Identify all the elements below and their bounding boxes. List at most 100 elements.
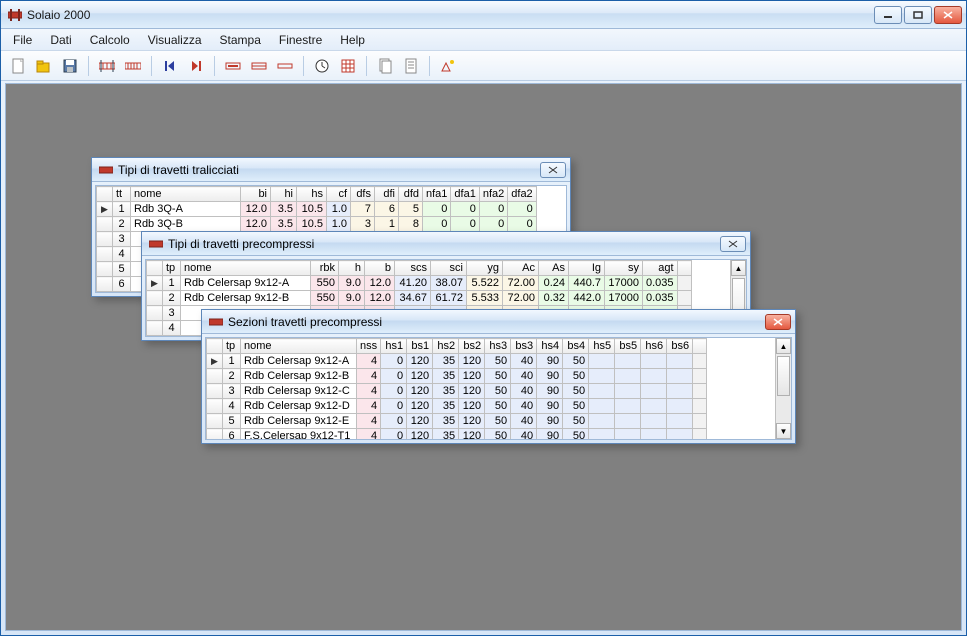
cell[interactable]: Rdb Celersap 9x12-C — [241, 384, 357, 399]
cell[interactable]: Rdb Celersap 9x12-B — [181, 291, 311, 306]
cell[interactable]: 120 — [407, 384, 433, 399]
cell[interactable] — [693, 369, 707, 384]
column-header[interactable]: hs2 — [433, 339, 459, 354]
column-header[interactable]: h — [339, 261, 365, 276]
cell[interactable] — [667, 354, 693, 369]
cell[interactable] — [641, 414, 667, 429]
cell[interactable]: Rdb 3Q-A — [131, 202, 241, 217]
help-icon[interactable] — [437, 55, 459, 77]
child-titlebar[interactable]: Tipi di travetti tralicciati — [92, 158, 570, 182]
cell[interactable]: 90 — [537, 369, 563, 384]
new-icon[interactable] — [7, 55, 29, 77]
cell[interactable]: 90 — [537, 429, 563, 441]
cell[interactable]: 1.0 — [327, 202, 351, 217]
cell[interactable] — [693, 429, 707, 441]
cell[interactable]: 40 — [511, 399, 537, 414]
column-header[interactable]: dfd — [399, 187, 423, 202]
column-header[interactable]: tp — [163, 261, 181, 276]
column-header[interactable] — [677, 261, 691, 276]
column-header[interactable]: hs — [297, 187, 327, 202]
cell[interactable] — [589, 414, 615, 429]
scroll-down-icon[interactable]: ▼ — [776, 423, 791, 439]
column-header[interactable]: bs1 — [407, 339, 433, 354]
cell[interactable]: 50 — [485, 414, 511, 429]
column-header[interactable]: tp — [223, 339, 241, 354]
cell[interactable]: 120 — [459, 429, 485, 441]
table-row[interactable]: 2Rdb Celersap 9x12-B401203512050409050 — [207, 369, 707, 384]
column-header[interactable]: nome — [181, 261, 311, 276]
scroll-up-icon[interactable]: ▲ — [731, 260, 746, 276]
cell[interactable] — [641, 384, 667, 399]
cell[interactable]: 35 — [433, 414, 459, 429]
cell[interactable]: 0 — [423, 202, 451, 217]
cell[interactable]: 1.0 — [327, 217, 351, 232]
grid-sezioni[interactable]: tpnomensshs1bs1hs2bs2hs3bs3hs4bs4hs5bs5h… — [205, 337, 792, 440]
cell[interactable] — [693, 414, 707, 429]
cell[interactable]: Rdb Celersap 9x12-B — [241, 369, 357, 384]
cell[interactable]: Rdb Celersap 9x12-E — [241, 414, 357, 429]
cell[interactable]: 50 — [563, 414, 589, 429]
column-header[interactable]: sy — [605, 261, 643, 276]
cell[interactable]: 17000 — [605, 291, 643, 306]
column-header[interactable]: tt — [113, 187, 131, 202]
menu-file[interactable]: File — [5, 31, 40, 49]
cell[interactable]: 35 — [433, 384, 459, 399]
cell[interactable]: 5.533 — [467, 291, 503, 306]
cell[interactable] — [589, 399, 615, 414]
menu-stampa[interactable]: Stampa — [212, 31, 269, 49]
cell[interactable]: 0 — [381, 384, 407, 399]
cell[interactable]: 7 — [351, 202, 375, 217]
cell[interactable]: 3.5 — [271, 217, 297, 232]
column-header[interactable] — [207, 339, 223, 354]
cell[interactable]: 3 — [351, 217, 375, 232]
cell[interactable]: 4 — [357, 369, 381, 384]
cell[interactable]: 120 — [407, 354, 433, 369]
column-header[interactable]: hs4 — [537, 339, 563, 354]
cell[interactable]: 50 — [563, 384, 589, 399]
grid2-icon[interactable] — [122, 55, 144, 77]
clock-icon[interactable] — [311, 55, 333, 77]
column-header[interactable]: bs2 — [459, 339, 485, 354]
close-button[interactable] — [934, 6, 962, 24]
column-header[interactable]: bs4 — [563, 339, 589, 354]
table-row[interactable]: 2Rdb Celersap 9x12-B5509.012.034.6761.72… — [147, 291, 692, 306]
cell[interactable]: 12.0 — [365, 291, 395, 306]
cell[interactable]: 12.0 — [365, 276, 395, 291]
column-header[interactable]: bs6 — [667, 339, 693, 354]
doc1-icon[interactable] — [374, 55, 396, 77]
column-header[interactable] — [97, 187, 113, 202]
cell[interactable]: Rdb Celersap 9x12-A — [241, 354, 357, 369]
cell[interactable]: 0 — [508, 217, 536, 232]
column-header[interactable]: rbk — [311, 261, 339, 276]
cell[interactable]: 90 — [537, 399, 563, 414]
cell[interactable] — [667, 369, 693, 384]
cell[interactable]: 120 — [459, 414, 485, 429]
column-header[interactable]: Ac — [503, 261, 539, 276]
cell[interactable]: 35 — [433, 399, 459, 414]
cell[interactable]: 50 — [563, 354, 589, 369]
column-header[interactable]: dfs — [351, 187, 375, 202]
cell[interactable]: 0 — [451, 202, 479, 217]
cell[interactable]: 40 — [511, 354, 537, 369]
column-header[interactable]: dfi — [375, 187, 399, 202]
cell[interactable]: 8 — [399, 217, 423, 232]
cell[interactable]: 35 — [433, 369, 459, 384]
cell[interactable] — [615, 429, 641, 441]
cell[interactable]: 50 — [485, 369, 511, 384]
cell[interactable]: F.S.Celersap 9x12-T1 — [241, 429, 357, 441]
cell[interactable]: 0 — [381, 354, 407, 369]
cell[interactable]: 0 — [479, 202, 507, 217]
cell[interactable]: 120 — [407, 399, 433, 414]
cell[interactable]: 72.00 — [503, 276, 539, 291]
cell[interactable]: 50 — [485, 429, 511, 441]
column-header[interactable]: sci — [431, 261, 467, 276]
menu-visualizza[interactable]: Visualizza — [140, 31, 210, 49]
cell[interactable]: 550 — [311, 276, 339, 291]
table-row[interactable]: 6F.S.Celersap 9x12-T1401203512050409050 — [207, 429, 707, 441]
cell[interactable]: 120 — [407, 429, 433, 441]
cell[interactable] — [693, 399, 707, 414]
cell[interactable]: 35 — [433, 429, 459, 441]
cell[interactable]: 4 — [357, 399, 381, 414]
table-row[interactable]: ▶1Rdb Celersap 9x12-A5509.012.041.2038.0… — [147, 276, 692, 291]
cell[interactable] — [615, 399, 641, 414]
